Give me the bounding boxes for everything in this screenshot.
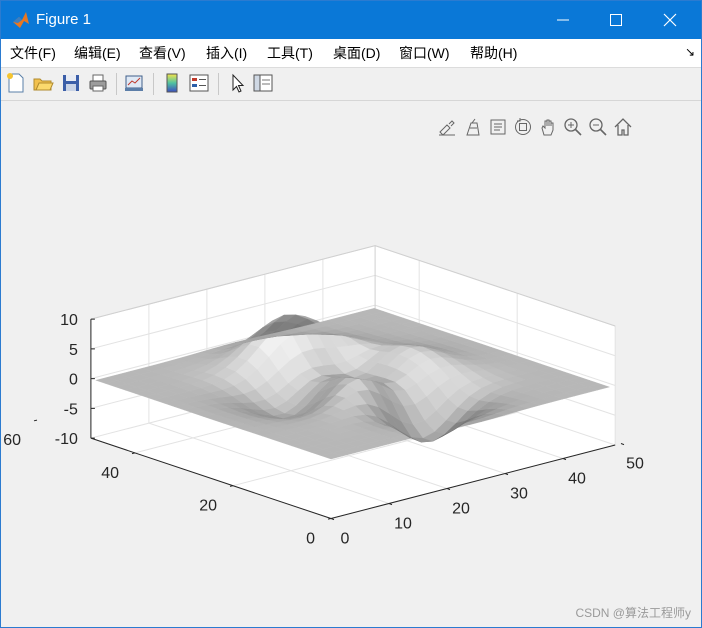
new-figure-icon[interactable] [5,72,27,94]
x-tick-mark [620,443,625,446]
menu-view[interactable]: 查看(V) [139,45,186,61]
z-tick-label: -5 [64,401,78,418]
insert-legend-icon[interactable] [188,72,210,94]
figure-toolbar [1,68,701,101]
z-tick-label: 0 [69,372,78,389]
x-tick-label: 10 [394,516,412,533]
close-icon [663,13,677,27]
menu-insert[interactable]: 插入(I) [206,45,247,61]
y-tick-label: 60 [3,432,21,449]
toolbar-separator [153,73,154,95]
x-tick-label: 50 [626,456,644,473]
x-tick-mark [446,488,451,491]
open-file-icon[interactable] [32,72,54,94]
figure-window: Figure 1 文件(F) 编辑(E) 查看(V) 插入(I) 工具(T) 桌… [0,0,702,628]
x-tick-mark [330,518,335,521]
x-tick-mark [562,458,567,461]
watermark-text: CSDN @算法工程师y [575,606,691,620]
menu-window[interactable]: 窗口(W) [399,45,450,61]
minimize-icon [557,19,569,21]
maximize-icon [610,14,622,26]
insert-colorbar-icon[interactable] [161,72,183,94]
y-tick-label: 40 [101,465,119,482]
menu-file[interactable]: 文件(F) [10,45,56,61]
property-inspector-icon[interactable] [252,72,274,94]
toolbar-separator [218,73,219,95]
z-tick-label: -10 [55,431,78,448]
x-tick-mark [504,473,509,476]
maximize-button[interactable] [593,1,639,39]
z-tick-label: 10 [60,312,78,329]
x-tick-mark [388,503,393,506]
y-tick-label: 0 [306,531,315,548]
x-tick-label: 20 [452,501,470,518]
menu-tools[interactable]: 工具(T) [267,45,313,61]
z-tick-label: 5 [69,342,78,359]
menu-overflow-icon[interactable]: ↘ [685,45,695,59]
y-tick-mark [229,485,234,487]
surface-plot-axes[interactable]: 0102030405002040601050-5-10 [1,101,701,627]
print-icon[interactable] [87,72,109,94]
x-tick-label: 30 [510,486,528,503]
y-tick-mark [131,452,136,455]
menu-edit[interactable]: 编辑(E) [74,45,121,61]
y-tick-mark [327,518,332,520]
window-title: Figure 1 [36,11,92,28]
toolbar-separator [116,73,117,95]
save-icon[interactable] [60,72,82,94]
minimize-button[interactable] [540,1,586,39]
menu-help[interactable]: 帮助(H) [470,45,517,61]
title-bar[interactable]: Figure 1 [1,1,701,39]
y-tick-mark [33,419,38,422]
figure-canvas[interactable]: 0 10 20 30 40 50 0 20 40 60 10 5 0 -5 -10 CSDN @算法工程师y [1,101,701,627]
menu-desktop[interactable]: 桌面(D) [333,45,380,61]
matlab-logo-icon [13,12,29,28]
y-tick-label: 20 [199,498,217,515]
x-tick-label: 0 [341,531,350,548]
menu-bar: 文件(F) 编辑(E) 查看(V) 插入(I) 工具(T) 桌面(D) 窗口(W… [1,39,701,68]
x-tick-label: 40 [568,471,586,488]
link-plot-icon[interactable] [123,72,145,94]
edit-plot-pointer-icon[interactable] [226,72,248,94]
close-button[interactable] [647,1,693,39]
